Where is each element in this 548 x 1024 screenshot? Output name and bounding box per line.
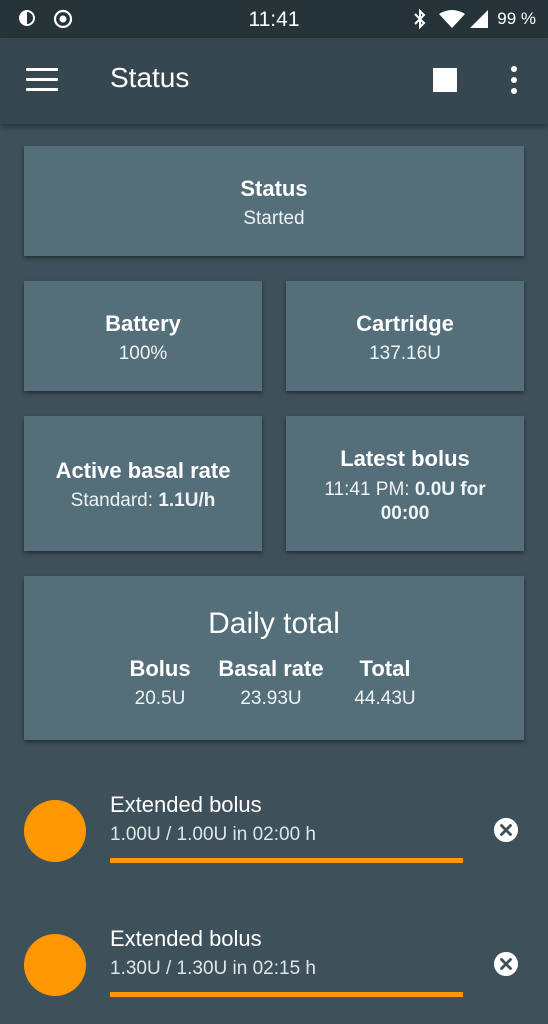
extended-bolus-title: Extended bolus xyxy=(110,792,262,817)
daily-total-total-label: Total xyxy=(359,656,411,681)
daily-total-basal-value: 23.93U xyxy=(240,688,302,709)
extended-bolus-progress xyxy=(110,992,463,997)
battery-level: 99 % xyxy=(497,9,536,28)
extended-bolus-detail: 1.30U / 1.30U in 02:15 h xyxy=(110,958,316,979)
latest-bolus-duration: 00:00 xyxy=(380,503,430,524)
extended-bolus-indicator xyxy=(24,800,86,862)
basal-rate-card-value: Standard: 1.1U/h xyxy=(24,490,262,512)
signal-icon xyxy=(470,10,488,28)
battery-card-value: 100% xyxy=(118,343,168,364)
app-bar: Status xyxy=(0,38,548,124)
extended-bolus-item: Extended bolus 1.30U / 1.30U in 02:15 h xyxy=(0,914,548,1024)
latest-bolus-card-title: Latest bolus xyxy=(340,446,470,471)
cartridge-card: Cartridge 137.16U xyxy=(286,281,524,391)
cancel-extended-bolus-icon[interactable] xyxy=(494,818,518,842)
more-vertical-icon[interactable] xyxy=(505,66,523,94)
hamburger-menu-icon[interactable] xyxy=(26,68,58,92)
daily-total-title: Daily total xyxy=(208,607,340,640)
extended-bolus-item: Extended bolus 1.00U / 1.00U in 02:00 h xyxy=(0,780,548,890)
cartridge-card-value: 137.16U xyxy=(369,343,441,364)
latest-bolus-time: 11:41 PM: xyxy=(324,479,415,500)
daily-total-bolus: Bolus 20.5U xyxy=(120,656,200,710)
basal-profile: Standard: xyxy=(70,490,159,511)
status-card: Status Started xyxy=(24,146,524,256)
cartridge-card-title: Cartridge xyxy=(356,311,454,336)
daily-total-bolus-label: Bolus xyxy=(129,656,191,681)
bluetooth-icon xyxy=(414,9,426,29)
basal-rate: 1.1U/h xyxy=(158,490,216,511)
daily-total-bolus-value: 20.5U xyxy=(134,688,186,709)
battery-card-title: Battery xyxy=(105,311,181,336)
cancel-extended-bolus-icon[interactable] xyxy=(494,952,518,976)
extended-bolus-detail: 1.00U / 1.00U in 02:00 h xyxy=(110,824,316,845)
daily-total-card: Daily total Bolus 20.5U Basal rate 23.93… xyxy=(24,576,524,740)
stop-icon[interactable] xyxy=(433,68,457,92)
extended-bolus-indicator xyxy=(24,934,86,996)
latest-bolus-amount: 0.0U for xyxy=(414,479,486,500)
daily-total-total: Total 44.43U xyxy=(345,656,425,710)
latest-bolus-card: Latest bolus 11:41 PM: 0.0U for 00:00 xyxy=(286,416,524,551)
daily-total-basal: Basal rate 23.93U xyxy=(211,656,331,710)
basal-rate-card-title: Active basal rate xyxy=(55,458,231,483)
wifi-icon xyxy=(439,10,465,28)
system-status-bar: 11:41 99 % xyxy=(0,0,548,38)
battery-card: Battery 100% xyxy=(24,281,262,391)
status-card-title: Status xyxy=(240,176,308,201)
page-title: Status xyxy=(110,62,190,93)
extended-bolus-progress xyxy=(110,858,463,863)
status-card-value: Started xyxy=(243,208,305,229)
extended-bolus-title: Extended bolus xyxy=(110,926,262,951)
basal-rate-card: Active basal rate Standard: 1.1U/h xyxy=(24,416,262,551)
daily-total-basal-label: Basal rate xyxy=(218,656,324,681)
latest-bolus-card-value: 11:41 PM: 0.0U for 00:00 xyxy=(286,478,524,526)
daily-total-total-value: 44.43U xyxy=(354,688,416,709)
